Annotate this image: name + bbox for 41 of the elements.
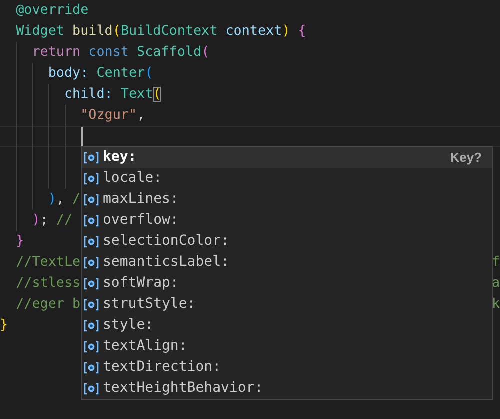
field-icon xyxy=(84,194,99,206)
code-line: "Ozgur", xyxy=(80,107,146,125)
code-line: //eger b xyxy=(15,296,81,314)
code-line: @override xyxy=(15,2,89,20)
code-line: //stless xyxy=(15,275,81,293)
suggestion-item[interactable]: key: Key? xyxy=(82,147,492,168)
field-icon xyxy=(84,172,99,184)
code-line: } xyxy=(0,317,8,335)
code-line: k xyxy=(492,296,500,314)
field-icon xyxy=(84,214,99,226)
suggestion-item[interactable]: textHeightBehavior: xyxy=(82,378,492,399)
suggestion-item[interactable]: overflow: xyxy=(82,210,492,231)
code-line: return const Scaffold( xyxy=(31,44,210,62)
suggestion-item[interactable]: maxLines: xyxy=(82,189,492,210)
field-icon xyxy=(84,340,99,352)
field-icon xyxy=(84,256,99,268)
code-line: ); // xyxy=(31,212,73,230)
suggestion-item[interactable]: strutStyle: xyxy=(82,294,492,315)
code-line: a xyxy=(492,275,500,293)
code-line: //TextLe xyxy=(15,254,81,272)
suggestion-item[interactable]: textAlign: xyxy=(82,336,492,357)
suggestion-item[interactable]: style: xyxy=(82,315,492,336)
code-line: ), / xyxy=(47,191,81,209)
suggestion-item[interactable]: semanticsLabel: xyxy=(82,252,492,273)
field-icon xyxy=(84,362,99,374)
field-icon xyxy=(84,236,99,248)
suggestion-item[interactable]: softWrap: xyxy=(82,273,492,294)
suggestion-item[interactable]: textDirection: xyxy=(82,357,492,378)
code-line: } xyxy=(15,233,24,251)
field-icon xyxy=(84,152,99,164)
field-icon xyxy=(84,278,99,290)
suggestion-item[interactable]: selectionColor: xyxy=(82,231,492,252)
field-icon xyxy=(84,298,99,310)
code-line: f xyxy=(492,254,500,272)
code-line: child: Text( xyxy=(63,86,162,104)
field-icon xyxy=(84,320,99,332)
type-detail: Key? xyxy=(450,148,482,167)
code-line: Widget build(BuildContext context) { xyxy=(15,23,306,41)
field-icon xyxy=(84,382,99,394)
suggestion-item[interactable]: locale: xyxy=(82,168,492,189)
code-line: body: Center( xyxy=(47,65,154,83)
